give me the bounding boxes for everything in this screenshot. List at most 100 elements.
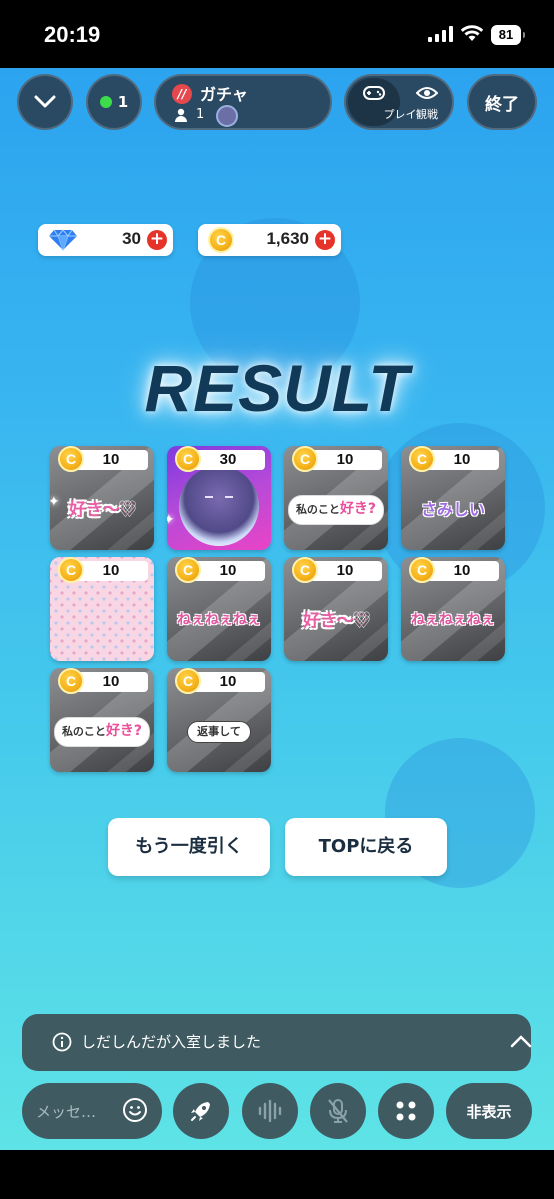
member-count: 1 — [196, 107, 205, 122]
chevron-down-icon — [34, 95, 56, 108]
card-price: 10 — [191, 561, 265, 581]
card-price: 10 — [74, 450, 148, 470]
info-icon — [52, 1032, 72, 1052]
card-stamp: ねぇねぇねぇ — [401, 591, 505, 651]
stamp-text: 私のこと — [295, 503, 340, 517]
gem-icon — [49, 229, 77, 251]
coin-icon — [175, 446, 201, 472]
coin-icon — [58, 668, 84, 694]
coin-count: 1,630 — [266, 229, 309, 248]
stamp-text: ねぇねぇねぇ — [411, 612, 495, 629]
add-gems-button[interactable]: + — [147, 230, 167, 250]
online-dot — [99, 96, 112, 108]
card-price: 10 — [425, 561, 499, 581]
coin-icon — [175, 557, 201, 583]
coin-icon — [58, 557, 84, 583]
battery-indicator: 81 — [491, 25, 525, 45]
sparkle-icon: ✦ — [50, 494, 60, 510]
back-to-top-button[interactable]: TOPに戻る — [285, 818, 447, 876]
join-notification[interactable]: しだしんだが入室しました — [22, 1014, 532, 1071]
stamp-text-accent: 好き? — [339, 501, 377, 518]
room-info-button[interactable]: // ガチャ 1 — [154, 74, 332, 130]
card-stamp: 私のこと好き? — [50, 702, 154, 762]
wifi-icon — [460, 25, 484, 41]
stamp-text: 返事して — [187, 720, 251, 744]
voice-button[interactable] — [242, 1083, 298, 1139]
collapse-button[interactable] — [17, 74, 73, 130]
status-bar: 20:19 81 — [0, 0, 554, 68]
end-button[interactable]: 終了 — [467, 74, 537, 130]
status-time: 20:19 — [44, 22, 101, 47]
card-price: 30 — [191, 450, 265, 470]
grid-icon — [396, 1101, 416, 1121]
card-stamp: 好き〜♡ — [50, 480, 154, 540]
result-card[interactable]: 10 ねぇねぇねぇ — [401, 557, 505, 661]
card-price: 10 — [191, 672, 265, 692]
result-card[interactable]: 10 — [50, 557, 154, 661]
watch-mode-label: 観戦 — [416, 108, 438, 121]
result-card[interactable]: 10 私のこと好き? — [50, 668, 154, 772]
gem-count: 30 — [122, 229, 141, 248]
watch-mode-button[interactable]: 観戦 — [402, 78, 452, 126]
card-price: 10 — [308, 450, 382, 470]
gacha-result-screen: 1 // ガチャ 1 プレイ 観戦 終了 30 + C 1,630 + RESU… — [0, 68, 554, 1150]
home-indicator-area — [0, 1150, 554, 1199]
coin-icon — [409, 557, 435, 583]
add-coins-button[interactable]: + — [315, 230, 335, 250]
room-name: ガチャ — [200, 85, 248, 104]
card-stamp: 好き〜♡ — [284, 591, 388, 651]
result-card-rare[interactable]: 30 ✦ — [167, 446, 271, 550]
draw-again-button[interactable]: もう一度引く — [108, 818, 270, 876]
result-card[interactable]: 10 さみしい — [401, 446, 505, 550]
play-mode-button[interactable]: プレイ — [348, 78, 417, 126]
emoji-icon[interactable] — [122, 1097, 148, 1123]
chevron-up-icon[interactable] — [510, 1034, 532, 1048]
mic-off-icon — [328, 1099, 348, 1123]
card-price: 10 — [74, 561, 148, 581]
stamp-text: 好き〜♡ — [302, 610, 370, 631]
character-face-icon — [205, 496, 233, 498]
card-stamp: さみしい — [401, 480, 505, 540]
coin-balance: 1,630 + — [198, 224, 341, 256]
rocket-icon — [191, 1102, 210, 1121]
coin-icon — [208, 227, 234, 253]
result-card[interactable]: 10 返事して — [167, 668, 271, 772]
result-card[interactable]: 10 ねぇねぇねぇ — [167, 557, 271, 661]
character-art — [179, 466, 259, 546]
message-input[interactable]: メッセ… — [22, 1083, 162, 1139]
avatar — [216, 105, 238, 127]
hide-button[interactable]: 非表示 — [446, 1083, 532, 1139]
card-price: 10 — [74, 672, 148, 692]
gem-balance: 30 + — [38, 224, 173, 256]
menu-grid-button[interactable] — [378, 1083, 434, 1139]
card-stamp: ねぇねぇねぇ — [167, 591, 271, 651]
card-price: 10 — [308, 561, 382, 581]
boost-button[interactable] — [173, 1083, 229, 1139]
voice-icon — [258, 1099, 282, 1123]
signal-icon — [428, 26, 453, 42]
gamepad-icon — [363, 86, 385, 100]
result-card[interactable]: 10 私のこと好き? — [284, 446, 388, 550]
online-count: 1 — [117, 93, 129, 111]
result-card[interactable]: 10 好き〜♡ ✦ — [50, 446, 154, 550]
person-icon — [175, 108, 187, 122]
eye-icon — [416, 87, 438, 99]
result-card[interactable]: 10 好き〜♡ — [284, 557, 388, 661]
coin-icon — [292, 557, 318, 583]
stamp-text: さみしい — [420, 500, 485, 520]
room-logo-icon: // — [172, 84, 192, 104]
online-users-button[interactable]: 1 — [86, 74, 142, 130]
stamp-text: 好き〜♡ — [68, 499, 136, 520]
card-price: 10 — [425, 450, 499, 470]
coin-icon — [58, 446, 84, 472]
sparkle-icon: ✦ — [167, 512, 175, 528]
coin-icon — [292, 446, 318, 472]
coin-icon — [175, 668, 201, 694]
notification-text: しだしんだが入室しました — [81, 1033, 262, 1051]
result-title: RESULT — [144, 351, 410, 425]
stamp-text: ねぇねぇねぇ — [177, 612, 261, 629]
card-stamp: 私のこと好き? — [284, 480, 388, 540]
coin-icon — [409, 446, 435, 472]
stamp-text-accent: 好き? — [105, 723, 143, 740]
mic-toggle-button[interactable] — [310, 1083, 366, 1139]
